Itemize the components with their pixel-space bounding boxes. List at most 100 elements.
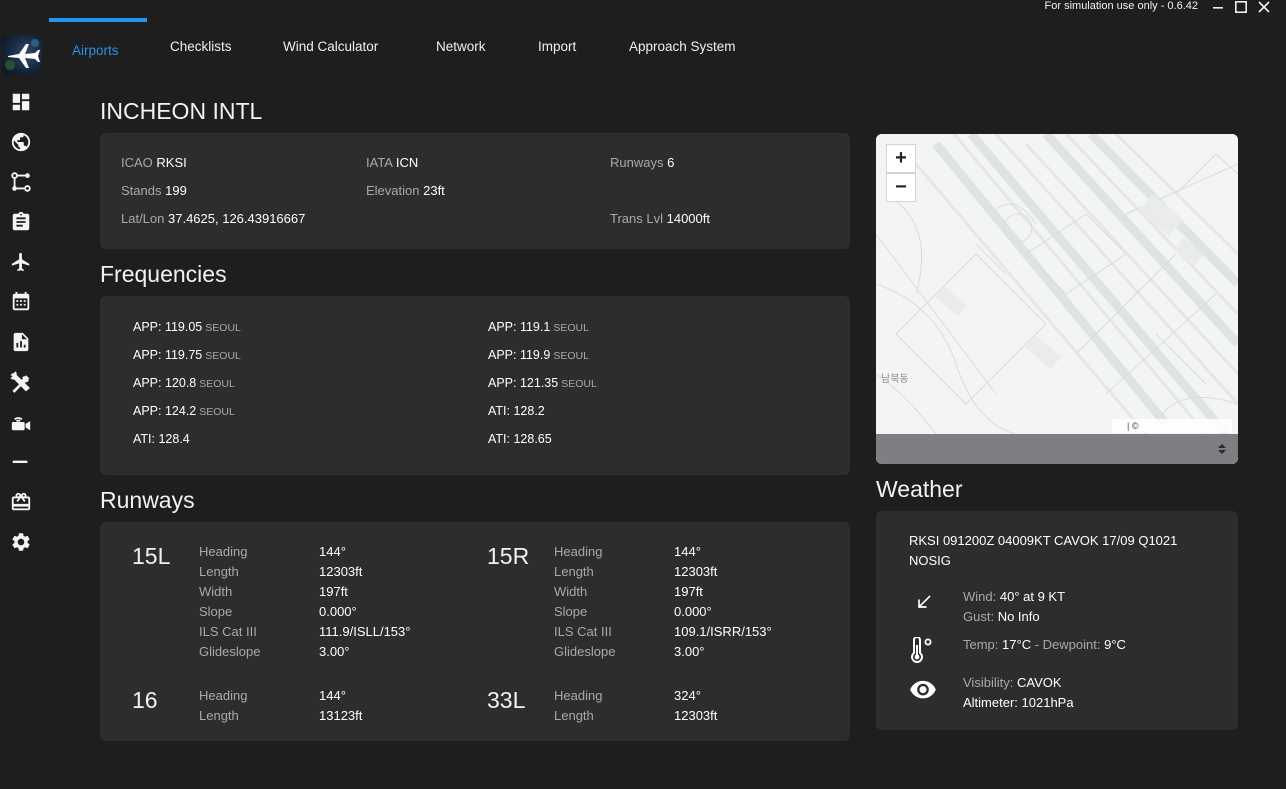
tab-network[interactable]: Network bbox=[436, 39, 486, 55]
select-arrows-icon bbox=[1218, 444, 1226, 454]
width-value: 197ft bbox=[674, 584, 703, 599]
report-icon[interactable] bbox=[10, 331, 32, 353]
slope-label: Slope bbox=[199, 604, 233, 619]
gust-row: Gust: No Info bbox=[963, 609, 1040, 625]
airport-map[interactable]: + − 남북동 | © bbox=[876, 134, 1238, 464]
clipboard-icon[interactable] bbox=[10, 211, 32, 233]
close-button[interactable] bbox=[1257, 0, 1271, 14]
runways-title: Runways bbox=[100, 487, 195, 513]
gear-icon[interactable] bbox=[10, 531, 32, 553]
ils-value: 109.1/ISRR/153° bbox=[674, 624, 772, 639]
weather-title: Weather bbox=[876, 476, 963, 502]
temp-separator: - bbox=[1034, 637, 1040, 652]
ils-label: ILS Cat III bbox=[199, 624, 257, 639]
length-value: 12303ft bbox=[319, 564, 363, 579]
zoom-out-button[interactable]: − bbox=[886, 173, 916, 202]
slope-label: Slope bbox=[554, 604, 588, 619]
glideslope-label: Glideslope bbox=[199, 644, 261, 659]
heading-label: Heading bbox=[199, 544, 248, 559]
tab-import[interactable]: Import bbox=[538, 39, 576, 55]
length-label: Length bbox=[554, 708, 594, 723]
tab-wind-calculator[interactable]: Wind Calculator bbox=[283, 39, 378, 55]
tab-approach-system[interactable]: Approach System bbox=[629, 39, 736, 55]
frequency-station: SEOUL bbox=[553, 322, 589, 334]
heading-value: 144° bbox=[319, 544, 346, 559]
wind-direction-icon bbox=[914, 592, 934, 612]
latlon-row: Lat/Lon 37.4625, 126.43916667 bbox=[121, 211, 305, 227]
calendar-icon[interactable] bbox=[10, 291, 32, 313]
title-bar: For simulation use only - 0.6.42 bbox=[0, 0, 1286, 18]
map-canvas[interactable] bbox=[876, 134, 1238, 434]
tab-airports[interactable]: Airports bbox=[72, 43, 119, 59]
frequency-value: ATI: 128.2 bbox=[488, 404, 545, 418]
runway-name: 16 bbox=[132, 687, 158, 713]
airport-info-panel: ICAO RKSI IATA ICN Runways 6 Stands 199 … bbox=[100, 133, 850, 249]
divider-icon[interactable] bbox=[10, 451, 32, 473]
length-label: Length bbox=[199, 708, 239, 723]
frequency-value: ATI: 128.65 bbox=[488, 432, 552, 446]
frequency-station: SEOUL bbox=[205, 322, 241, 334]
trans-level-label: Trans Lvl bbox=[610, 211, 663, 226]
weather-panel: RKSI 091200Z 04009KT CAVOK 17/09 Q1021 N… bbox=[876, 511, 1238, 730]
altimeter-label: Altimeter: bbox=[963, 695, 1018, 710]
frequency-value: APP: 119.1 bbox=[488, 320, 551, 334]
app-logo[interactable] bbox=[2, 35, 42, 75]
tab-checklists[interactable]: Checklists bbox=[170, 39, 232, 55]
length-value: 12303ft bbox=[674, 564, 718, 579]
icao-label: ICAO bbox=[121, 155, 153, 170]
gust-value: No Info bbox=[997, 609, 1040, 624]
airplane-logo-icon bbox=[5, 39, 40, 70]
route-icon[interactable] bbox=[10, 171, 32, 193]
slope-value: 0.000° bbox=[674, 604, 712, 619]
icao-value: RKSI bbox=[156, 155, 187, 170]
runways-count-value: 6 bbox=[667, 155, 675, 170]
gift-icon[interactable] bbox=[10, 491, 32, 513]
elevation-value: 23ft bbox=[423, 183, 445, 198]
length-value: 13123ft bbox=[319, 708, 363, 723]
stands-row: Stands 199 bbox=[121, 183, 187, 199]
length-label: Length bbox=[554, 564, 594, 579]
frequency-item: APP: 120.8 SEOUL bbox=[133, 376, 235, 391]
plane-icon[interactable] bbox=[10, 251, 32, 273]
frequency-item: APP: 119.05 SEOUL bbox=[133, 320, 241, 335]
minimize-button[interactable] bbox=[1211, 0, 1225, 14]
close-icon bbox=[1258, 1, 1270, 13]
frequency-value: APP: 119.05 bbox=[133, 320, 203, 334]
frequency-item: APP: 124.2 SEOUL bbox=[133, 404, 235, 419]
zoom-in-button[interactable]: + bbox=[886, 144, 916, 173]
map-place-label: 남북동 bbox=[881, 374, 909, 385]
map-attribution[interactable]: | © bbox=[1112, 419, 1232, 433]
stands-value: 199 bbox=[165, 183, 187, 198]
altimeter-value: 1021hPa bbox=[1021, 695, 1074, 710]
frequency-item: ATI: 128.2 bbox=[488, 404, 545, 418]
runway-name: 33L bbox=[487, 687, 526, 713]
visibility-row: Visibility: CAVOK bbox=[963, 675, 1062, 691]
maximize-icon bbox=[1234, 0, 1247, 13]
iata-label: IATA bbox=[366, 155, 393, 170]
map-layer-select[interactable] bbox=[876, 434, 1238, 464]
visibility-value: CAVOK bbox=[1016, 675, 1062, 690]
sidebar bbox=[0, 18, 42, 789]
runway-name: 15R bbox=[487, 543, 530, 569]
ils-label: ILS Cat III bbox=[554, 624, 612, 639]
tools-icon[interactable] bbox=[10, 371, 32, 393]
frequency-value: APP: 121.35 bbox=[488, 376, 559, 390]
glideslope-value: 3.00° bbox=[319, 644, 350, 659]
heading-label: Heading bbox=[554, 544, 603, 559]
maximize-button[interactable] bbox=[1234, 0, 1248, 14]
dashboard-icon[interactable] bbox=[10, 91, 32, 113]
simulation-notice: For simulation use only - 0.6.42 bbox=[1044, 0, 1198, 12]
globe-icon[interactable] bbox=[10, 131, 32, 153]
dewpoint-value: 9°C bbox=[1104, 637, 1126, 652]
stands-label: Stands bbox=[121, 183, 162, 198]
frequency-station: SEOUL bbox=[205, 350, 241, 362]
width-label: Width bbox=[554, 584, 588, 599]
frequency-station: SEOUL bbox=[199, 406, 235, 418]
dewpoint-label: Dewpoint: bbox=[1042, 637, 1101, 652]
runways-count-label: Runways bbox=[610, 155, 664, 170]
width-value: 197ft bbox=[319, 584, 348, 599]
broadcast-icon[interactable] bbox=[10, 411, 32, 433]
trans-level-row: Trans Lvl 14000ft bbox=[610, 211, 710, 227]
frequencies-title: Frequencies bbox=[100, 261, 227, 287]
eye-icon bbox=[909, 679, 937, 699]
